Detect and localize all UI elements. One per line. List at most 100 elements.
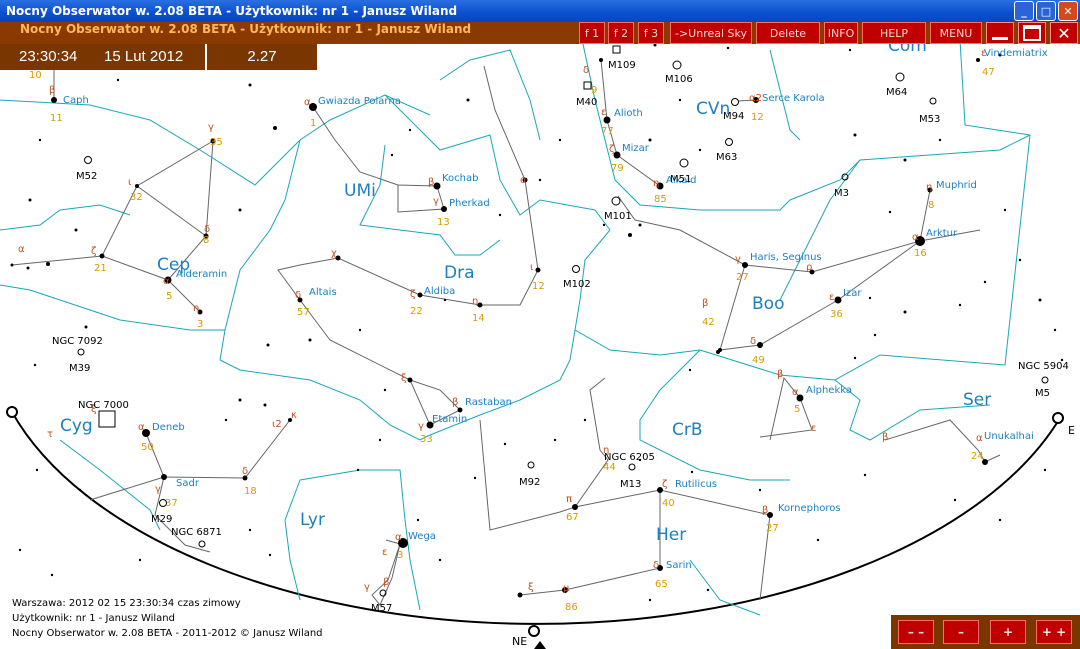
app-minimize-button[interactable] <box>986 22 1014 44</box>
compass-ne: NE <box>512 635 527 648</box>
help-button[interactable]: HELP <box>862 22 926 44</box>
svg-text:ε: ε <box>829 292 834 303</box>
star-labels: Caph Gwiazda Polarna Kochab Pherkad Alderam… <box>63 48 1048 571</box>
svg-text:10: 10 <box>29 70 42 81</box>
deep-sky-objects <box>77 45 1049 597</box>
svg-text:M13: M13 <box>620 479 641 490</box>
unreal-sky-button[interactable]: ->Unreal Sky <box>670 22 752 44</box>
zoom-out-button[interactable]: – <box>943 620 979 644</box>
f3-button[interactable]: f 3 <box>638 22 664 44</box>
svg-text:M52: M52 <box>76 171 97 182</box>
svg-text:ι2: ι2 <box>272 419 282 430</box>
svg-text:α: α <box>138 422 145 433</box>
svg-text:ε: ε <box>981 48 986 59</box>
svg-text:μ: μ <box>563 583 570 594</box>
minimize-icon: _ <box>1021 4 1027 18</box>
app-restore-button[interactable] <box>1018 22 1046 44</box>
svg-text:M64: M64 <box>886 87 907 98</box>
svg-text:M106: M106 <box>665 74 693 85</box>
svg-text:ξ: ξ <box>528 582 534 593</box>
svg-text:β: β <box>777 369 783 380</box>
svg-text:8: 8 <box>203 235 209 246</box>
svg-text:Serce Karola: Serce Karola <box>762 93 825 104</box>
minimize-button[interactable]: _ <box>1014 1 1034 21</box>
svg-text:40: 40 <box>662 498 675 509</box>
svg-text:δ: δ <box>653 560 659 571</box>
svg-text:δ: δ <box>242 466 248 477</box>
svg-text:Alkaid: Alkaid <box>666 175 697 186</box>
svg-text:β: β <box>428 177 434 188</box>
object-labels: M109M106M40M94 M53M64M63M51 M3M101M102M5… <box>52 60 1069 614</box>
zoom-in-more-button[interactable]: + + <box>1036 620 1072 644</box>
svg-text:ρ: ρ <box>806 262 812 273</box>
constellation-label-cep: Cep <box>157 255 190 275</box>
sky-map[interactable]: UMi Dra Cep Boo CrB Cyg Lyr Her Ser CVn … <box>0 0 1080 649</box>
svg-text:47: 47 <box>982 67 995 78</box>
svg-text:35: 35 <box>210 137 223 148</box>
svg-text:γ: γ <box>208 122 214 133</box>
svg-text:Arktur: Arktur <box>926 228 958 239</box>
svg-text:ζ: ζ <box>91 246 96 257</box>
svg-text:ι: ι <box>530 262 534 273</box>
svg-text:37: 37 <box>165 498 178 509</box>
svg-text:π: π <box>566 494 572 505</box>
svg-text:NGC 7000: NGC 7000 <box>78 400 129 411</box>
svg-text:β: β <box>702 298 708 309</box>
svg-text:Sarin: Sarin <box>666 560 692 571</box>
svg-text:22: 22 <box>410 306 423 317</box>
svg-text:δ: δ <box>295 290 301 301</box>
maximize-button[interactable]: □ <box>1036 1 1056 21</box>
svg-text:γ: γ <box>364 582 370 593</box>
info-button[interactable]: INFO <box>824 22 858 44</box>
svg-text:42: 42 <box>702 317 715 328</box>
svg-text:Pherkad: Pherkad <box>449 198 490 209</box>
zoom-out-more-button[interactable]: – – <box>898 620 934 644</box>
svg-text:η: η <box>193 303 199 314</box>
constellation-label-boo: Boo <box>752 294 784 314</box>
constellation-label-crb: CrB <box>672 420 703 440</box>
svg-text:Aldiba: Aldiba <box>424 286 455 297</box>
constellation-label-lyr: Lyr <box>300 510 325 530</box>
svg-text:Caph: Caph <box>63 95 89 106</box>
svg-text:Altais: Altais <box>309 287 337 298</box>
svg-text:M92: M92 <box>519 477 540 488</box>
svg-text:16: 16 <box>914 248 927 259</box>
f1-button[interactable]: f 1 <box>579 22 605 44</box>
svg-text:δ: δ <box>583 65 589 76</box>
svg-text:β: β <box>762 505 768 516</box>
user-line: Użytkownik: nr 1 - Janusz Wiland <box>12 613 175 624</box>
svg-text:Mizar: Mizar <box>622 143 650 154</box>
svg-text:γ: γ <box>433 196 439 207</box>
menu-button[interactable]: MENU <box>930 22 982 44</box>
svg-text:49: 49 <box>752 355 765 366</box>
app-close-button[interactable]: ✕ <box>1050 22 1078 44</box>
close-button[interactable]: ✕ <box>1058 1 1078 21</box>
window-title: Nocny Obserwator w. 2.08 BETA - Użytkown… <box>6 4 458 18</box>
svg-text:ξ: ξ <box>91 404 97 415</box>
svg-text:M109: M109 <box>608 60 636 71</box>
maximize-icon: □ <box>1040 4 1052 18</box>
svg-text:M5: M5 <box>1035 388 1050 399</box>
svg-text:21: 21 <box>94 263 107 274</box>
svg-text:α: α <box>395 532 402 543</box>
svg-text:32: 32 <box>130 192 143 203</box>
zoom-in-button[interactable]: + <box>990 620 1026 644</box>
svg-text:79: 79 <box>611 163 624 174</box>
f2-button[interactable]: f 2 <box>608 22 634 44</box>
time-value: 23:30:34 <box>19 48 78 65</box>
compass-e: E <box>1068 424 1075 437</box>
delete-button[interactable]: Delete <box>756 22 820 44</box>
svg-text:Alphekka: Alphekka <box>806 385 852 396</box>
svg-text:ι: ι <box>128 177 132 188</box>
window-title-bar[interactable]: Nocny Obserwator w. 2.08 BETA - Użytkown… <box>0 0 1080 22</box>
svg-text:β: β <box>383 577 389 588</box>
constellation-label-dra: Dra <box>444 263 475 283</box>
svg-text:85: 85 <box>654 194 667 205</box>
svg-text:β: β <box>49 85 55 96</box>
svg-text:12: 12 <box>532 281 545 292</box>
restore-icon <box>1023 25 1041 41</box>
svg-text:50: 50 <box>141 442 154 453</box>
svg-text:65: 65 <box>655 579 668 590</box>
north-marker <box>534 641 546 649</box>
svg-text:12: 12 <box>751 112 764 123</box>
